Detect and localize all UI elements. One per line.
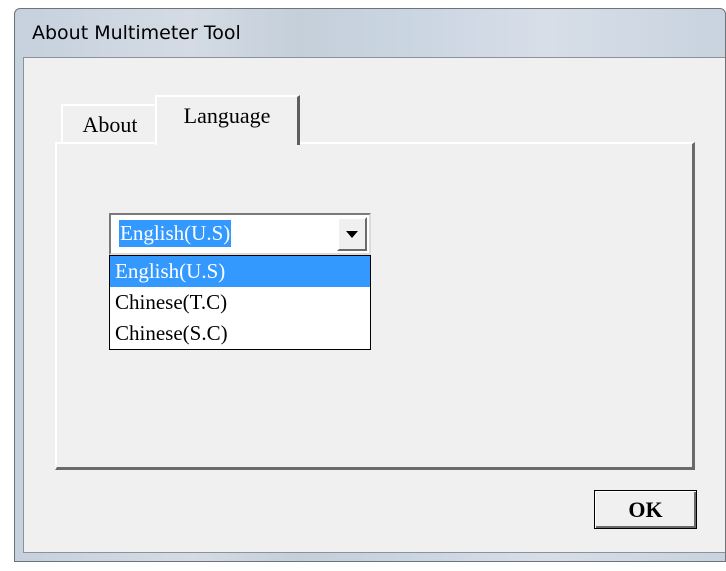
chevron-down-icon — [346, 231, 358, 238]
language-option-english[interactable]: English(U.S) — [110, 256, 370, 287]
title-bar[interactable]: About Multimeter Tool — [15, 9, 725, 57]
tab-language[interactable]: Language — [155, 95, 300, 145]
language-dropdown-list: English(U.S) Chinese(T.C) Chinese(S.C) — [109, 255, 371, 350]
language-option-chinese-tc[interactable]: Chinese(T.C) — [110, 287, 370, 318]
ok-button[interactable]: OK — [594, 490, 697, 529]
dialog-title: About Multimeter Tool — [32, 22, 241, 44]
language-select-value: English(U.S) — [119, 220, 232, 247]
language-option-chinese-sc[interactable]: Chinese(S.C) — [110, 318, 370, 349]
dropdown-button[interactable] — [337, 217, 367, 251]
dialog-client-area: About Language English(U.S) English(U.S)… — [23, 57, 725, 553]
tab-about[interactable]: About — [61, 104, 159, 142]
language-select[interactable]: English(U.S) — [109, 213, 371, 255]
about-dialog: About Multimeter Tool About Language Eng… — [14, 8, 726, 562]
